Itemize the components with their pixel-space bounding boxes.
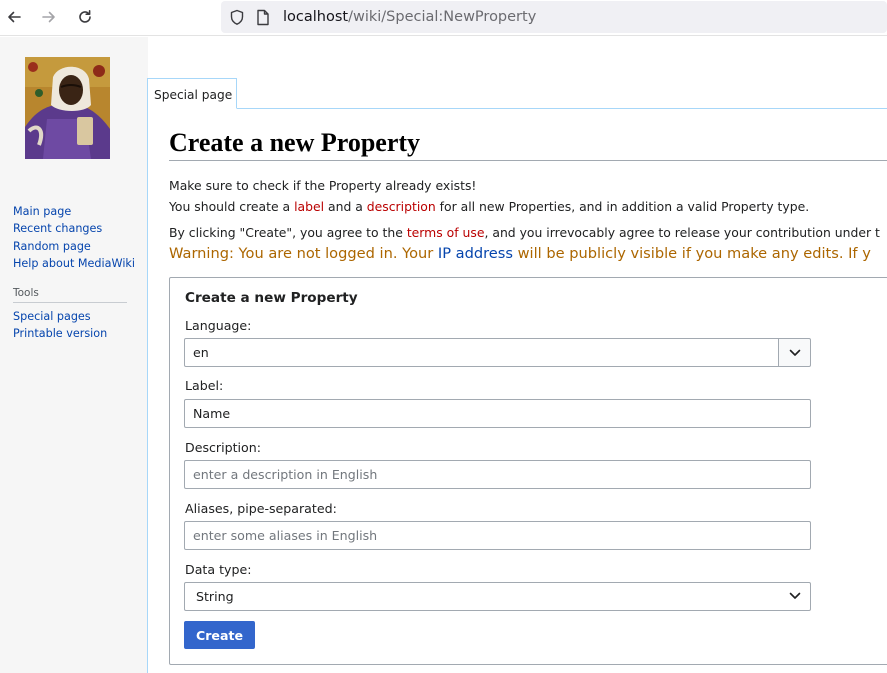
intro-text: and a: [324, 199, 367, 214]
url-text[interactable]: localhost/wiki/Special:NewProperty: [283, 8, 536, 26]
description-input[interactable]: [184, 460, 811, 489]
terms-notice: By clicking "Create", you agree to the t…: [169, 224, 880, 241]
sidebar-item-help[interactable]: Help about MediaWiki: [13, 255, 135, 272]
reload-button[interactable]: [73, 6, 97, 28]
terms-text: , and you irrevocably agree to release y…: [484, 225, 880, 240]
title-divider: [169, 160, 887, 161]
page-title: Create a new Property: [169, 128, 421, 157]
content-left-border: [147, 78, 148, 673]
description-link[interactable]: description: [367, 199, 436, 214]
intro-text: for all new Properties, and in addition …: [435, 199, 810, 214]
intro-line-1: Make sure to check if the Property alrea…: [169, 178, 477, 193]
browser-toolbar: localhost/wiki/Special:NewProperty: [0, 0, 887, 36]
sidebar-item-printable-version[interactable]: Printable version: [13, 325, 107, 342]
url-path: /wiki/Special:NewProperty: [348, 9, 537, 25]
terms-of-use-link[interactable]: terms of use: [407, 225, 485, 240]
intro-line-2: You should create a label and a descript…: [169, 198, 809, 215]
ip-address-link[interactable]: IP address: [438, 245, 513, 262]
language-input[interactable]: [184, 338, 779, 367]
description-label: Description:: [185, 440, 261, 455]
create-button[interactable]: Create: [184, 621, 255, 649]
arrow-left-icon: [8, 11, 21, 23]
url-host: localhost: [283, 9, 349, 25]
tab-special-page[interactable]: Special page: [148, 78, 237, 109]
page-icon[interactable]: [256, 9, 270, 26]
datatype-label: Data type:: [185, 562, 252, 577]
tabs-divider: [148, 108, 887, 109]
tools-portal: Special pages Printable version: [13, 308, 107, 343]
label-link[interactable]: label: [294, 199, 324, 214]
warning-text: will be publicly visible if you make any…: [512, 245, 871, 262]
aliases-input[interactable]: [184, 521, 811, 550]
sidebar-item-special-pages[interactable]: Special pages: [13, 308, 107, 325]
language-label: Language:: [185, 318, 252, 333]
terms-text: By clicking "Create", you agree to the: [169, 225, 407, 240]
back-button[interactable]: [2, 6, 26, 28]
sidebar-item-recent-changes[interactable]: Recent changes: [13, 220, 135, 237]
language-dropdown-button[interactable]: [778, 338, 811, 367]
navigation-portal: Main page Recent changes Random page Hel…: [13, 203, 135, 273]
wiki-logo[interactable]: [25, 57, 110, 159]
sidebar-item-random-page[interactable]: Random page: [13, 238, 135, 255]
datatype-selected-value: String: [196, 589, 234, 604]
aliases-label: Aliases, pipe-separated:: [185, 501, 337, 516]
intro-text: You should create a: [169, 199, 295, 214]
shield-icon[interactable]: [229, 9, 245, 26]
sidebar: Main page Recent changes Random page Hel…: [0, 37, 148, 673]
forward-button[interactable]: [37, 6, 61, 28]
chevron-down-icon: [789, 592, 801, 599]
form-legend: Create a new Property: [185, 290, 358, 306]
url-bar[interactable]: localhost/wiki/Special:NewProperty: [221, 1, 887, 33]
label-input[interactable]: [184, 399, 811, 428]
arrow-right-icon: [42, 11, 55, 23]
anon-warning: Warning: You are not logged in. Your IP …: [169, 244, 871, 263]
sidebar-item-main-page[interactable]: Main page: [13, 203, 135, 220]
reload-icon: [79, 10, 91, 23]
tab-label: Special page: [154, 88, 233, 102]
datatype-select[interactable]: String: [184, 582, 811, 611]
label-field-label: Label:: [185, 378, 224, 393]
chevron-down-icon: [789, 349, 800, 356]
warning-text: Warning: You are not logged in. Your: [169, 245, 438, 262]
tools-heading: Tools: [13, 287, 127, 303]
